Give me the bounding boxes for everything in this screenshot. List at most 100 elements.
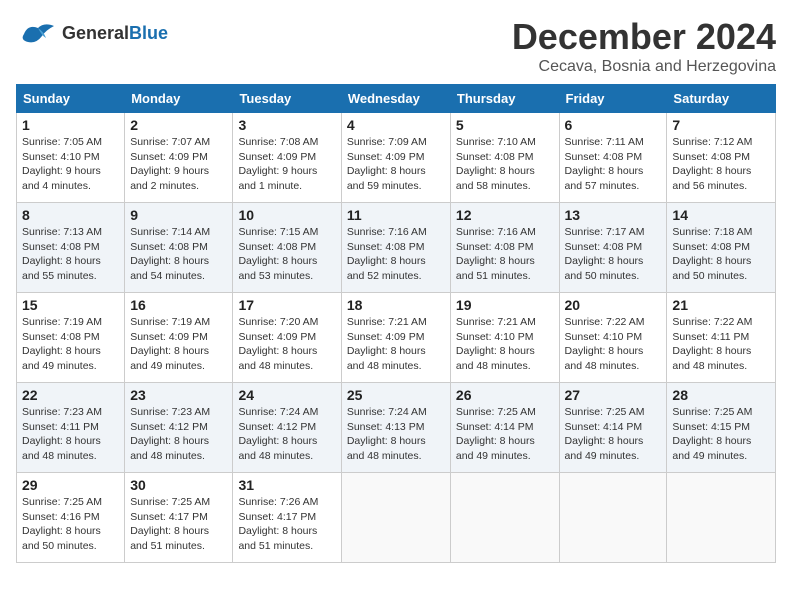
- day-info: Sunrise: 7:12 AM Sunset: 4:08 PM Dayligh…: [672, 135, 770, 194]
- calendar-cell: [559, 473, 667, 563]
- calendar-cell: 28 Sunrise: 7:25 AM Sunset: 4:15 PM Dayl…: [667, 383, 776, 473]
- day-number: 11: [347, 207, 445, 223]
- calendar-cell: 27 Sunrise: 7:25 AM Sunset: 4:14 PM Dayl…: [559, 383, 667, 473]
- page-title: December 2024: [512, 16, 776, 58]
- logo-icon: [16, 16, 58, 52]
- day-number: 9: [130, 207, 227, 223]
- calendar-cell: 6 Sunrise: 7:11 AM Sunset: 4:08 PM Dayli…: [559, 113, 667, 203]
- day-number: 31: [238, 477, 335, 493]
- day-info: Sunrise: 7:25 AM Sunset: 4:14 PM Dayligh…: [565, 405, 662, 464]
- day-info: Sunrise: 7:24 AM Sunset: 4:13 PM Dayligh…: [347, 405, 445, 464]
- calendar-cell: 31 Sunrise: 7:26 AM Sunset: 4:17 PM Dayl…: [233, 473, 341, 563]
- calendar-header-friday: Friday: [559, 85, 667, 113]
- calendar-cell: 2 Sunrise: 7:07 AM Sunset: 4:09 PM Dayli…: [125, 113, 233, 203]
- calendar-header-wednesday: Wednesday: [341, 85, 450, 113]
- day-number: 1: [22, 117, 119, 133]
- day-number: 21: [672, 297, 770, 313]
- calendar-cell: 1 Sunrise: 7:05 AM Sunset: 4:10 PM Dayli…: [17, 113, 125, 203]
- logo: GeneralBlue: [16, 16, 168, 52]
- calendar-cell: 17 Sunrise: 7:20 AM Sunset: 4:09 PM Dayl…: [233, 293, 341, 383]
- calendar-cell: 8 Sunrise: 7:13 AM Sunset: 4:08 PM Dayli…: [17, 203, 125, 293]
- calendar-cell: 11 Sunrise: 7:16 AM Sunset: 4:08 PM Dayl…: [341, 203, 450, 293]
- calendar-header-thursday: Thursday: [450, 85, 559, 113]
- calendar-header-saturday: Saturday: [667, 85, 776, 113]
- calendar-header-tuesday: Tuesday: [233, 85, 341, 113]
- calendar-cell: 18 Sunrise: 7:21 AM Sunset: 4:09 PM Dayl…: [341, 293, 450, 383]
- day-info: Sunrise: 7:26 AM Sunset: 4:17 PM Dayligh…: [238, 495, 335, 554]
- day-number: 20: [565, 297, 662, 313]
- calendar-cell: 25 Sunrise: 7:24 AM Sunset: 4:13 PM Dayl…: [341, 383, 450, 473]
- day-info: Sunrise: 7:19 AM Sunset: 4:09 PM Dayligh…: [130, 315, 227, 374]
- calendar-cell: 22 Sunrise: 7:23 AM Sunset: 4:11 PM Dayl…: [17, 383, 125, 473]
- day-info: Sunrise: 7:16 AM Sunset: 4:08 PM Dayligh…: [347, 225, 445, 284]
- calendar-cell: 26 Sunrise: 7:25 AM Sunset: 4:14 PM Dayl…: [450, 383, 559, 473]
- calendar-cell: 24 Sunrise: 7:24 AM Sunset: 4:12 PM Dayl…: [233, 383, 341, 473]
- day-info: Sunrise: 7:11 AM Sunset: 4:08 PM Dayligh…: [565, 135, 662, 194]
- day-number: 2: [130, 117, 227, 133]
- day-number: 10: [238, 207, 335, 223]
- calendar-header-monday: Monday: [125, 85, 233, 113]
- day-info: Sunrise: 7:18 AM Sunset: 4:08 PM Dayligh…: [672, 225, 770, 284]
- day-info: Sunrise: 7:23 AM Sunset: 4:12 PM Dayligh…: [130, 405, 227, 464]
- day-number: 25: [347, 387, 445, 403]
- day-number: 17: [238, 297, 335, 313]
- calendar-cell: 15 Sunrise: 7:19 AM Sunset: 4:08 PM Dayl…: [17, 293, 125, 383]
- day-info: Sunrise: 7:25 AM Sunset: 4:17 PM Dayligh…: [130, 495, 227, 554]
- calendar-cell: 12 Sunrise: 7:16 AM Sunset: 4:08 PM Dayl…: [450, 203, 559, 293]
- calendar-cell: 16 Sunrise: 7:19 AM Sunset: 4:09 PM Dayl…: [125, 293, 233, 383]
- day-number: 13: [565, 207, 662, 223]
- calendar-cell: 20 Sunrise: 7:22 AM Sunset: 4:10 PM Dayl…: [559, 293, 667, 383]
- day-number: 15: [22, 297, 119, 313]
- day-info: Sunrise: 7:21 AM Sunset: 4:10 PM Dayligh…: [456, 315, 554, 374]
- calendar-cell: 3 Sunrise: 7:08 AM Sunset: 4:09 PM Dayli…: [233, 113, 341, 203]
- day-number: 3: [238, 117, 335, 133]
- day-info: Sunrise: 7:09 AM Sunset: 4:09 PM Dayligh…: [347, 135, 445, 194]
- day-number: 16: [130, 297, 227, 313]
- day-info: Sunrise: 7:25 AM Sunset: 4:16 PM Dayligh…: [22, 495, 119, 554]
- title-block: December 2024 Cecava, Bosnia and Herzego…: [512, 16, 776, 76]
- day-info: Sunrise: 7:10 AM Sunset: 4:08 PM Dayligh…: [456, 135, 554, 194]
- calendar-cell: 10 Sunrise: 7:15 AM Sunset: 4:08 PM Dayl…: [233, 203, 341, 293]
- day-info: Sunrise: 7:23 AM Sunset: 4:11 PM Dayligh…: [22, 405, 119, 464]
- calendar-cell: 13 Sunrise: 7:17 AM Sunset: 4:08 PM Dayl…: [559, 203, 667, 293]
- day-info: Sunrise: 7:14 AM Sunset: 4:08 PM Dayligh…: [130, 225, 227, 284]
- calendar-cell: 7 Sunrise: 7:12 AM Sunset: 4:08 PM Dayli…: [667, 113, 776, 203]
- day-number: 5: [456, 117, 554, 133]
- day-number: 7: [672, 117, 770, 133]
- day-info: Sunrise: 7:20 AM Sunset: 4:09 PM Dayligh…: [238, 315, 335, 374]
- calendar-cell: 5 Sunrise: 7:10 AM Sunset: 4:08 PM Dayli…: [450, 113, 559, 203]
- day-info: Sunrise: 7:24 AM Sunset: 4:12 PM Dayligh…: [238, 405, 335, 464]
- day-info: Sunrise: 7:07 AM Sunset: 4:09 PM Dayligh…: [130, 135, 227, 194]
- calendar-header-sunday: Sunday: [17, 85, 125, 113]
- day-number: 28: [672, 387, 770, 403]
- calendar-table: SundayMondayTuesdayWednesdayThursdayFrid…: [16, 84, 776, 563]
- calendar-cell: 9 Sunrise: 7:14 AM Sunset: 4:08 PM Dayli…: [125, 203, 233, 293]
- day-number: 27: [565, 387, 662, 403]
- day-number: 24: [238, 387, 335, 403]
- day-number: 23: [130, 387, 227, 403]
- calendar-cell: 23 Sunrise: 7:23 AM Sunset: 4:12 PM Dayl…: [125, 383, 233, 473]
- day-number: 14: [672, 207, 770, 223]
- calendar-cell: [341, 473, 450, 563]
- day-number: 22: [22, 387, 119, 403]
- day-info: Sunrise: 7:15 AM Sunset: 4:08 PM Dayligh…: [238, 225, 335, 284]
- day-info: Sunrise: 7:25 AM Sunset: 4:15 PM Dayligh…: [672, 405, 770, 464]
- day-number: 26: [456, 387, 554, 403]
- day-info: Sunrise: 7:22 AM Sunset: 4:11 PM Dayligh…: [672, 315, 770, 374]
- calendar-cell: 14 Sunrise: 7:18 AM Sunset: 4:08 PM Dayl…: [667, 203, 776, 293]
- day-info: Sunrise: 7:16 AM Sunset: 4:08 PM Dayligh…: [456, 225, 554, 284]
- day-number: 18: [347, 297, 445, 313]
- day-number: 12: [456, 207, 554, 223]
- calendar-header: SundayMondayTuesdayWednesdayThursdayFrid…: [17, 85, 776, 113]
- day-info: Sunrise: 7:19 AM Sunset: 4:08 PM Dayligh…: [22, 315, 119, 374]
- day-number: 8: [22, 207, 119, 223]
- day-number: 29: [22, 477, 119, 493]
- day-number: 30: [130, 477, 227, 493]
- page-header: GeneralBlue December 2024 Cecava, Bosnia…: [16, 16, 776, 76]
- calendar-cell: [667, 473, 776, 563]
- day-info: Sunrise: 7:08 AM Sunset: 4:09 PM Dayligh…: [238, 135, 335, 194]
- day-info: Sunrise: 7:22 AM Sunset: 4:10 PM Dayligh…: [565, 315, 662, 374]
- calendar-cell: 4 Sunrise: 7:09 AM Sunset: 4:09 PM Dayli…: [341, 113, 450, 203]
- logo-general: GeneralBlue: [62, 24, 168, 44]
- calendar-cell: 29 Sunrise: 7:25 AM Sunset: 4:16 PM Dayl…: [17, 473, 125, 563]
